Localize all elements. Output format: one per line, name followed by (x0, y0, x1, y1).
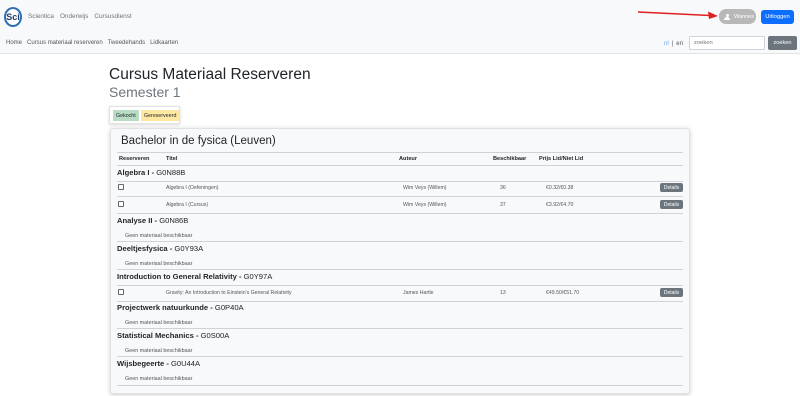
divider (117, 196, 683, 197)
item-title: Algebra I (Cursus) (166, 202, 209, 208)
language-switch: nl | en (664, 41, 683, 47)
item-available: 37 (500, 202, 506, 208)
empty-message: Geen materiaal beschikbaar (125, 261, 193, 267)
subnav-home[interactable]: Home (6, 40, 22, 46)
col-header-author: Auteur (399, 156, 418, 162)
empty-message: Geen materiaal beschikbaar (125, 320, 193, 326)
col-header-available: Beschikbaar (493, 156, 527, 162)
user-button[interactable]: Wannes (719, 9, 756, 24)
lang-separator: | (671, 41, 674, 47)
scientica-logo[interactable]: Sci (4, 7, 22, 27)
logout-button[interactable]: Uitloggen (761, 10, 794, 24)
empty-message: Geen materiaal beschikbaar (125, 348, 193, 354)
red-arrow-annotation (638, 11, 718, 19)
page-title: Cursus Materiaal Reserveren (109, 66, 311, 83)
divider (117, 301, 683, 302)
course-heading: Algebra I - G0N88B (117, 168, 186, 177)
top-navbar: Sci Scientica Onderwijs Cursusdienst Wan… (0, 0, 800, 54)
legend-bought-badge: Gekocht (113, 110, 139, 121)
item-price: €3.92/€4.70 (546, 202, 574, 208)
course-heading: Statistical Mechanics - G0S00A (117, 331, 230, 340)
search-button[interactable]: zoeken (768, 36, 797, 50)
program-card: Bachelor in de fysica (Leuven) Reservere… (110, 128, 690, 394)
divider (117, 385, 683, 386)
lang-nl[interactable]: nl (664, 41, 669, 47)
item-title: Algebra I (Oefeningen) (166, 185, 219, 191)
empty-message: Geen materiaal beschikbaar (125, 376, 193, 382)
user-icon (724, 13, 730, 20)
item-author: Wim Veys (Willem) (403, 202, 447, 208)
top-links: Scientica Onderwijs Cursusdienst (28, 13, 132, 20)
page-subtitle: Semester 1 (109, 84, 181, 100)
divider (117, 152, 683, 153)
status-legend: Gekocht Gereserveerd (109, 106, 180, 124)
search-input[interactable] (689, 36, 765, 50)
details-button[interactable]: Details (660, 200, 683, 209)
divider (117, 181, 683, 182)
course-heading: Projectwerk natuurkunde - G0P40A (117, 303, 244, 312)
col-header-reserve: Reserveren (119, 156, 150, 162)
divider (117, 328, 683, 329)
divider (117, 285, 683, 286)
course-heading: Introduction to General Relativity - G0Y… (117, 272, 273, 281)
course-heading: Wijsbegeerte - G0U44A (117, 359, 201, 368)
reserve-checkbox[interactable] (118, 184, 124, 190)
item-available: 13 (500, 290, 506, 296)
sub-navigation: Home Cursus materiaal reserveren Tweedeh… (6, 40, 178, 46)
item-author: James Hartle (403, 290, 434, 296)
reserve-checkbox[interactable] (118, 289, 124, 295)
item-price: €0.32/€0.38 (546, 185, 574, 191)
item-price: €49.50/€51.70 (546, 290, 580, 296)
reserve-checkbox[interactable] (118, 201, 124, 207)
course-heading: Analyse II - G0N86B (117, 216, 189, 225)
subnav-member-cards[interactable]: Lidkaarten (150, 40, 178, 46)
empty-message: Geen materiaal beschikbaar (125, 233, 193, 239)
divider (117, 241, 683, 242)
subnav-second-hand[interactable]: Tweedehands (108, 40, 145, 46)
details-button[interactable]: Details (660, 183, 683, 192)
legend-reserved-badge: Gereserveerd (141, 110, 180, 121)
col-header-price: Prijs Lid/Niet Lid (539, 156, 584, 162)
lang-en[interactable]: en (676, 41, 683, 47)
item-available: 36 (500, 185, 506, 191)
nav-link-onderwijs[interactable]: Onderwijs (60, 13, 88, 20)
divider (117, 356, 683, 357)
divider (117, 213, 683, 214)
nav-link-scientica[interactable]: Scientica (28, 13, 54, 20)
divider (117, 269, 683, 270)
user-name: Wannes (734, 13, 754, 20)
details-button[interactable]: Details (660, 288, 683, 297)
nav-link-cursusdienst[interactable]: Cursusdienst (94, 13, 131, 20)
subnav-course-material[interactable]: Cursus materiaal reserveren (27, 40, 103, 46)
item-author: Wim Veys (Willem) (403, 185, 447, 191)
course-heading: Deeltjesfysica - G0Y93A (117, 244, 204, 253)
col-header-title: Titel (166, 156, 178, 162)
item-title: Gravity: An Introduction to Einstein's G… (166, 290, 292, 296)
program-title: Bachelor in de fysica (Leuven) (121, 135, 276, 147)
divider (117, 165, 683, 166)
